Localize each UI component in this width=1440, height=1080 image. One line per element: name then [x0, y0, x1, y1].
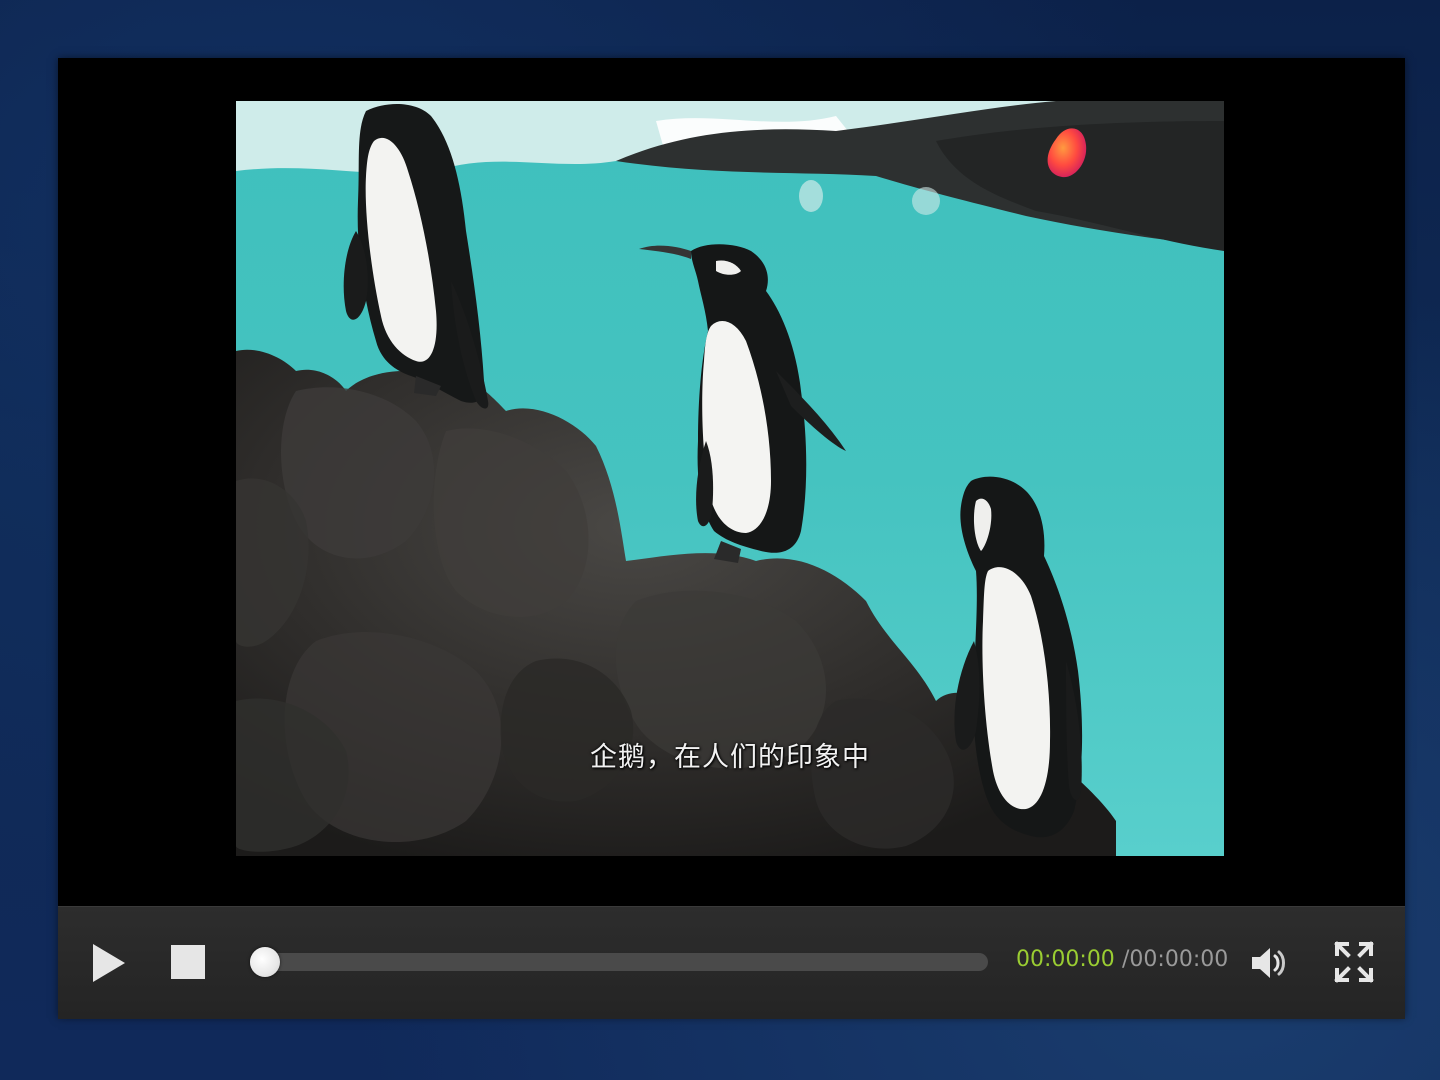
play-icon	[93, 944, 125, 982]
stop-button[interactable]	[171, 945, 205, 979]
video-area[interactable]: 企鹅，在人们的印象中	[58, 58, 1405, 906]
video-player: 企鹅，在人们的印象中 00:00:00 /00:00:00	[58, 58, 1405, 1019]
current-time: 00:00:00	[1016, 947, 1115, 972]
fullscreen-icon	[1334, 941, 1374, 983]
fullscreen-button[interactable]	[1334, 941, 1374, 983]
total-time: /00:00:00	[1122, 947, 1229, 972]
video-frame[interactable]: 企鹅，在人们的印象中	[236, 101, 1224, 856]
stop-icon	[171, 945, 205, 979]
progress-thumb[interactable]	[249, 947, 280, 977]
control-bar: 00:00:00 /00:00:00	[58, 906, 1405, 1019]
play-button[interactable]	[88, 941, 128, 985]
volume-button[interactable]	[1250, 943, 1290, 983]
subtitle-text: 企鹅，在人们的印象中	[590, 742, 870, 773]
volume-icon	[1252, 948, 1285, 978]
progress-bar[interactable]	[250, 953, 988, 971]
